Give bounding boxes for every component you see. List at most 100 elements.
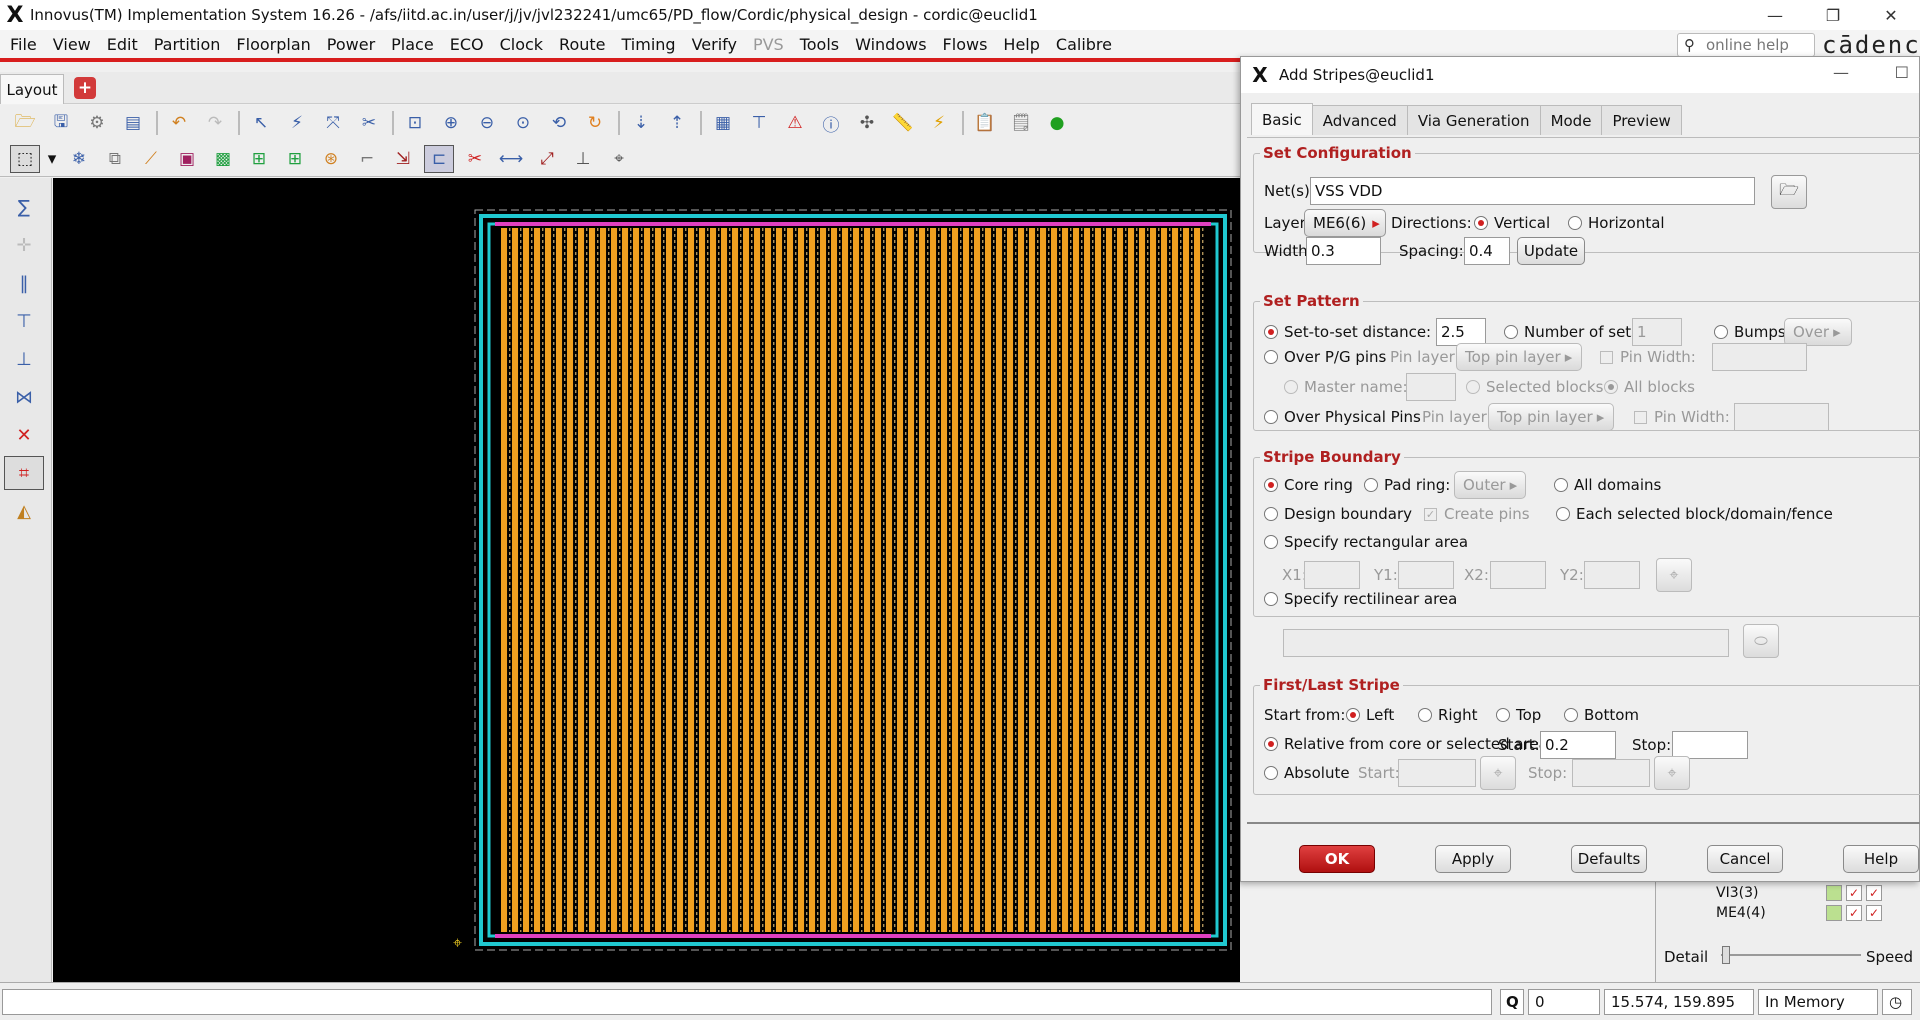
dropdown-icon[interactable]: ▾ bbox=[46, 145, 58, 173]
hierarchy-up-icon[interactable]: ⇡ bbox=[662, 109, 692, 137]
create-pins-checkbox[interactable]: ✓ bbox=[1424, 508, 1437, 521]
width-field[interactable]: 0.3 bbox=[1306, 237, 1381, 265]
fix-icon[interactable]: ⊥ bbox=[568, 145, 598, 173]
redo-icon[interactable]: ↷ bbox=[200, 109, 230, 137]
cut-wire-icon[interactable]: ✂ bbox=[354, 109, 384, 137]
menu-view[interactable]: View bbox=[43, 35, 97, 54]
all-blocks-radio[interactable] bbox=[1604, 380, 1618, 394]
pick-start-icon[interactable]: ⌖ bbox=[1480, 756, 1516, 790]
script-icon[interactable]: 📋 bbox=[970, 109, 1000, 137]
cut-icon[interactable]: ✂ bbox=[460, 145, 490, 173]
menu-place[interactable]: Place bbox=[381, 35, 440, 54]
add-shape-icon[interactable]: ▣ bbox=[172, 145, 202, 173]
move-icon[interactable]: ⇲ bbox=[388, 145, 418, 173]
set-to-set-field[interactable]: 2.5 bbox=[1436, 318, 1486, 346]
all-domains-radio[interactable] bbox=[1554, 478, 1568, 492]
abs-start-field[interactable] bbox=[1398, 759, 1476, 787]
notepad-icon[interactable]: 🗒 bbox=[1006, 109, 1036, 137]
close-button[interactable]: ✕ bbox=[1862, 0, 1920, 30]
start-field[interactable]: 0.2 bbox=[1540, 731, 1616, 759]
add-via-icon[interactable]: ▩ bbox=[208, 145, 238, 173]
selected-blocks-radio[interactable] bbox=[1466, 380, 1480, 394]
layer-row[interactable]: ME4(4) ✓ ✓ bbox=[1716, 904, 1916, 922]
over-select[interactable]: Over ▸ bbox=[1784, 318, 1852, 346]
select-mode-icon[interactable]: ⬚ bbox=[10, 144, 40, 173]
zoom-area-icon[interactable]: ⊙ bbox=[508, 109, 538, 137]
vertical-radio[interactable] bbox=[1474, 216, 1488, 230]
outer-select[interactable]: Outer ▸ bbox=[1454, 471, 1526, 499]
zoom-in-icon[interactable]: ⊕ bbox=[436, 109, 466, 137]
cross-probe-icon[interactable]: ✣ bbox=[852, 109, 882, 137]
apply-button[interactable]: Apply bbox=[1435, 845, 1511, 873]
dialog-tab-advanced[interactable]: Advanced bbox=[1311, 105, 1408, 135]
ruler-icon[interactable]: 📏 bbox=[888, 109, 918, 137]
command-input[interactable] bbox=[2, 989, 1492, 1015]
grid-icon[interactable]: ⌗ bbox=[4, 456, 44, 490]
cancel-button[interactable]: Cancel bbox=[1707, 845, 1783, 873]
x1-field[interactable] bbox=[1304, 561, 1360, 589]
minimize-button[interactable]: — bbox=[1746, 0, 1804, 30]
menu-file[interactable]: File bbox=[0, 35, 43, 54]
each-selected-radio[interactable] bbox=[1556, 507, 1570, 521]
open-icon[interactable]: 🗁 bbox=[10, 109, 40, 137]
align-icon[interactable]: ⊏ bbox=[424, 144, 454, 173]
browse-folder-icon[interactable]: 🗁 bbox=[1771, 175, 1807, 209]
dialog-tab-basic[interactable]: Basic bbox=[1251, 103, 1313, 135]
pad-ring-radio[interactable] bbox=[1364, 478, 1378, 492]
layout-drawing[interactable]: ⌖↖ bbox=[53, 178, 1240, 982]
absolute-radio[interactable] bbox=[1264, 766, 1278, 780]
slider-handle[interactable] bbox=[1722, 946, 1730, 964]
y1-field[interactable] bbox=[1398, 561, 1454, 589]
start-right-radio[interactable] bbox=[1418, 708, 1432, 722]
start-bottom-radio[interactable] bbox=[1564, 708, 1578, 722]
place-icon[interactable]: ⊛ bbox=[316, 145, 346, 173]
specify-rectilinear-radio[interactable] bbox=[1264, 592, 1278, 606]
hierarchy-down-icon[interactable]: ⇣ bbox=[626, 109, 656, 137]
relative-radio[interactable] bbox=[1264, 737, 1278, 751]
over-pg-pins-radio[interactable] bbox=[1264, 350, 1278, 364]
menu-clock[interactable]: Clock bbox=[490, 35, 549, 54]
menu-partition[interactable]: Partition bbox=[144, 35, 227, 54]
stretch-icon[interactable]: ⤧ bbox=[318, 109, 348, 137]
help-button[interactable]: Help bbox=[1843, 845, 1919, 873]
tab-layout[interactable]: Layout bbox=[0, 74, 64, 104]
pin-width-field-2[interactable] bbox=[1734, 403, 1829, 431]
zoom-out-icon[interactable]: ⊖ bbox=[472, 109, 502, 137]
run-icon[interactable]: ● bbox=[1042, 109, 1072, 137]
layer-visibility-checkbox[interactable]: ✓ bbox=[1866, 905, 1882, 921]
search-input[interactable]: ⚲ online help bbox=[1677, 33, 1815, 57]
layout-view-icon[interactable]: ▦ bbox=[708, 109, 738, 137]
pick-stop-icon[interactable]: ⌖ bbox=[1654, 756, 1690, 790]
menu-edit[interactable]: Edit bbox=[97, 35, 144, 54]
menu-windows[interactable]: Windows bbox=[845, 35, 932, 54]
rectilinear-area-field[interactable] bbox=[1283, 629, 1729, 657]
dialog-tab-mode[interactable]: Mode bbox=[1539, 105, 1603, 135]
start-top-radio[interactable] bbox=[1496, 708, 1510, 722]
menu-tools[interactable]: Tools bbox=[790, 35, 845, 54]
pick-area-icon[interactable]: ⌖ bbox=[1656, 558, 1692, 592]
abs-stop-field[interactable] bbox=[1572, 759, 1650, 787]
layer-visibility-checkbox[interactable]: ✓ bbox=[1846, 885, 1862, 901]
pin-layer-select-2[interactable]: Top pin layer ▸ bbox=[1488, 403, 1614, 431]
menu-floorplan[interactable]: Floorplan bbox=[226, 35, 316, 54]
add-wire-icon[interactable]: ⟋ bbox=[136, 145, 166, 173]
layer-row[interactable]: VI3(3) ✓ ✓ bbox=[1716, 884, 1916, 902]
menu-flows[interactable]: Flows bbox=[933, 35, 994, 54]
route-icon[interactable]: ∑ bbox=[4, 190, 44, 224]
wire-edit-icon[interactable]: ⚡ bbox=[282, 109, 312, 137]
dialog-maximize-button[interactable]: ☐ bbox=[1895, 63, 1909, 82]
pin-width-checkbox-2[interactable] bbox=[1634, 411, 1647, 424]
start-left-radio[interactable] bbox=[1346, 708, 1360, 722]
tree-icon[interactable]: ⊤ bbox=[744, 109, 774, 137]
zoom-fit-icon[interactable]: ⊡ bbox=[400, 109, 430, 137]
align-top-icon[interactable]: ⊤ bbox=[4, 304, 44, 338]
menu-power[interactable]: Power bbox=[317, 35, 381, 54]
spread-icon[interactable]: ⟷ bbox=[496, 145, 526, 173]
snap-icon[interactable]: ⌖ bbox=[604, 145, 634, 173]
restore-button[interactable]: ❐ bbox=[1804, 0, 1862, 30]
dialog-minimize-button[interactable]: — bbox=[1833, 63, 1849, 82]
pin-width-field[interactable] bbox=[1712, 343, 1807, 371]
design-boundary-radio[interactable] bbox=[1264, 507, 1278, 521]
query-button[interactable]: Q bbox=[1500, 989, 1524, 1015]
stretch-shape-icon[interactable]: ⤢ bbox=[532, 145, 562, 173]
